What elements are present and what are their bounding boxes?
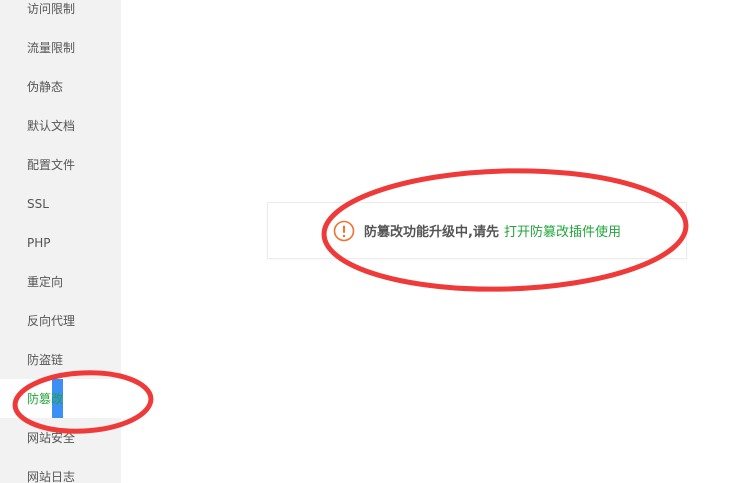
sidebar-item-label: 默认文档 [27,119,76,133]
upgrade-notice-card: 防篡改功能升级中,请先 打开防篡改插件使用 [267,202,687,259]
sidebar-item-tamper-protection[interactable]: 防篡改 [0,379,121,418]
sidebar-item-redirect[interactable]: 重定向 [0,262,121,301]
sidebar-item-label: 网站日志 [27,470,76,483]
sidebar-item-label: 防篡改 [27,392,64,406]
exclamation-circle-icon [333,220,355,241]
sidebar-item-php[interactable]: PHP [0,223,121,262]
app-root: 访问限制 流量限制 伪静态 默认文档 配置文件 SSL PHP 重定向 反向代理… [0,0,745,483]
sidebar-item-site-security[interactable]: 网站安全 [0,418,121,457]
settings-sidebar: 访问限制 流量限制 伪静态 默认文档 配置文件 SSL PHP 重定向 反向代理… [0,0,121,483]
sidebar-item-config-file[interactable]: 配置文件 [0,145,121,184]
sidebar-item-label: 访问限制 [27,2,76,16]
sidebar-item-hotlink-protection[interactable]: 防盗链 [0,340,121,379]
sidebar-item-reverse-proxy[interactable]: 反向代理 [0,301,121,340]
sidebar-item-traffic-limit[interactable]: 流量限制 [0,28,121,67]
open-tamper-plugin-link[interactable]: 打开防篡改插件使用 [504,221,621,240]
sidebar-item-label: 网站安全 [27,431,76,445]
sidebar-item-label: 反向代理 [27,314,76,328]
sidebar-item-label: 重定向 [27,275,64,289]
sidebar-item-rewrite[interactable]: 伪静态 [0,67,121,106]
notice-message: 防篡改功能升级中,请先 [364,225,499,240]
sidebar-item-ssl[interactable]: SSL [0,184,121,223]
sidebar-item-label: SSL [27,196,49,211]
sidebar-item-label: PHP [27,235,51,250]
sidebar-item-label: 配置文件 [27,158,76,172]
sidebar-item-site-logs[interactable]: 网站日志 [0,457,121,483]
sidebar-item-label: 流量限制 [27,41,76,55]
sidebar-item-label: 防盗链 [27,353,64,367]
sidebar-item-access-limit[interactable]: 访问限制 [0,0,121,28]
sidebar-item-default-document[interactable]: 默认文档 [0,106,121,145]
sidebar-item-label: 伪静态 [27,80,64,94]
